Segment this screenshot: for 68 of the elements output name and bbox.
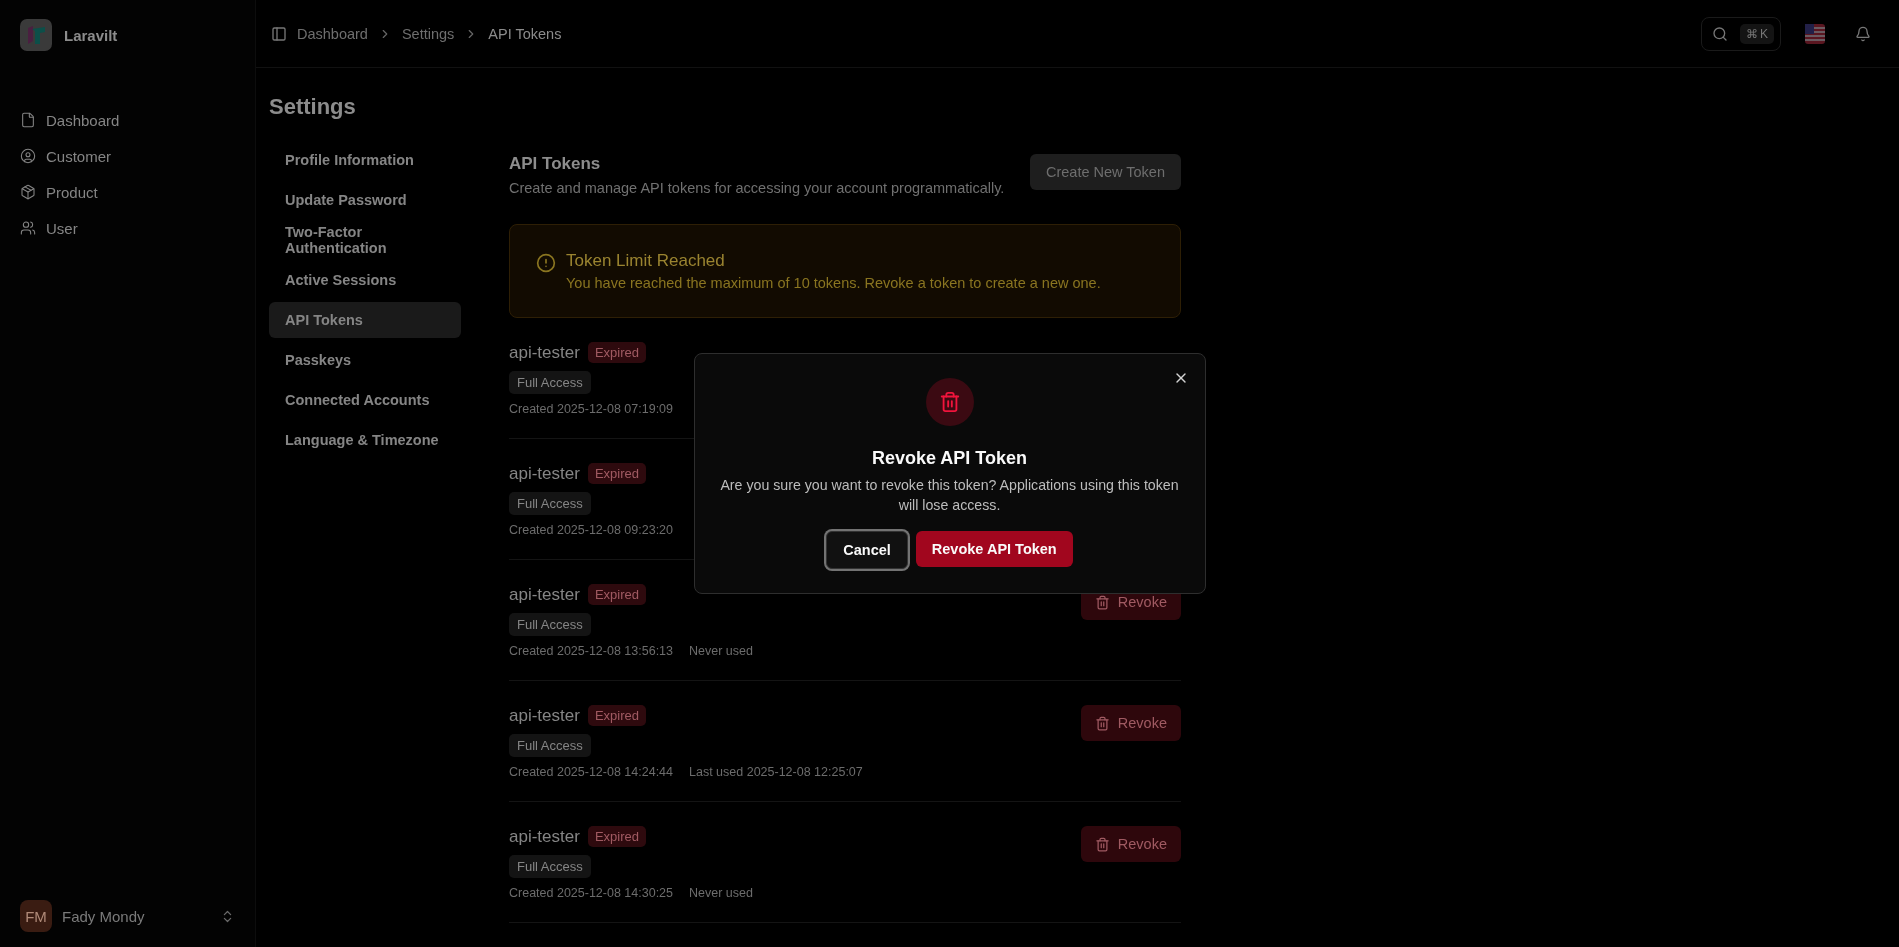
bell-icon[interactable] [1855,25,1871,42]
created-date: Created 2025-12-08 13:56:13 [509,644,673,658]
last-used: Never used [689,644,753,658]
brand-name: Laravilt [64,26,118,44]
settings-nav-item[interactable]: API Tokens [269,302,461,338]
breadcrumb-link[interactable]: Dashboard [297,25,368,42]
section-description: Create and manage API tokens for accessing your account programmatically. [509,180,1005,196]
token-name: api-tester [509,463,580,484]
search-button[interactable]: ⌘ K [1701,16,1781,51]
last-used: Never used [689,886,753,900]
flag-icon[interactable] [1805,23,1825,44]
sidebar-toggle-icon[interactable] [271,25,287,42]
alert-title: Token Limit Reached [566,251,726,271]
scope-badge: Full Access [509,613,591,636]
settings-nav-item[interactable]: Profile Information [269,142,461,178]
cancel-button[interactable]: Cancel [826,531,908,569]
status-badge: Expired [587,705,646,726]
trash-icon [1094,715,1110,731]
status-badge: Expired [587,584,646,605]
status-badge: Expired [587,342,646,363]
revoke-token-button[interactable]: Revoke API Token [915,531,1073,567]
shortcut-key: ⌘ K [1740,23,1774,44]
sidebar-item[interactable]: Product [20,176,235,208]
token-name: api-tester [509,342,580,363]
status-badge: Expired [587,826,646,847]
user-avatar: FM [20,900,52,932]
last-used: Last used 2025-12-08 12:25:07 [689,765,863,779]
token-name: api-tester [509,584,580,605]
sidebar-item[interactable]: Dashboard [20,104,235,136]
settings-nav-item[interactable]: Passkeys [269,342,461,378]
breadcrumb-link[interactable]: API Tokens [488,25,562,42]
status-badge: Expired [587,463,646,484]
sidebar-item[interactable]: User [20,212,235,244]
settings-nav-item[interactable]: Active Sessions [269,262,461,298]
sidebar-item[interactable]: Customer [20,140,235,172]
dialog-message: Are you sure you want to revoke this token? Applications using this token will lose access. [719,476,1180,515]
users-icon [20,220,36,236]
scope-badge: Full Access [509,371,591,394]
created-date: Created 2025-12-08 14:24:44 [509,765,673,779]
trash-icon [1094,836,1110,852]
trash-icon [1094,594,1110,610]
token-name: api-tester [509,705,580,726]
section-title: API Tokens [509,154,601,174]
alert-message: You have reached the maximum of 10 tokens. Revoke a token to create a new one. [566,275,1101,291]
created-date: Created 2025-12-08 09:23:20 [509,523,673,537]
settings-nav-item[interactable]: Connected Accounts [269,382,461,418]
scope-badge: Full Access [509,855,591,878]
scope-badge: Full Access [509,492,591,515]
file-icon [20,112,36,128]
dialog-title: Revoke API Token [871,448,1028,469]
revoke-button[interactable]: Revoke [1080,705,1181,741]
user-circle-icon [20,148,36,164]
trash-icon [925,378,974,426]
user-name: Fady Mondy [62,907,146,925]
settings-nav-item[interactable]: Two-Factor Authentication [269,222,461,258]
package-icon [20,184,36,200]
breadcrumb-link[interactable]: Settings [401,25,455,42]
page-title: Settings [269,94,356,120]
created-date: Created 2025-12-08 07:19:09 [509,402,673,416]
settings-nav-item[interactable]: Language & Timezone [269,422,461,458]
token-name: api-tester [509,826,580,847]
revoke-button[interactable]: Revoke [1080,826,1181,862]
search-icon [1712,25,1728,42]
logo-icon [20,19,52,51]
scope-badge: Full Access [509,734,591,757]
alert-icon [536,253,556,273]
settings-nav-item[interactable]: Update Password [269,182,461,218]
created-date: Created 2025-12-08 14:30:25 [509,886,673,900]
